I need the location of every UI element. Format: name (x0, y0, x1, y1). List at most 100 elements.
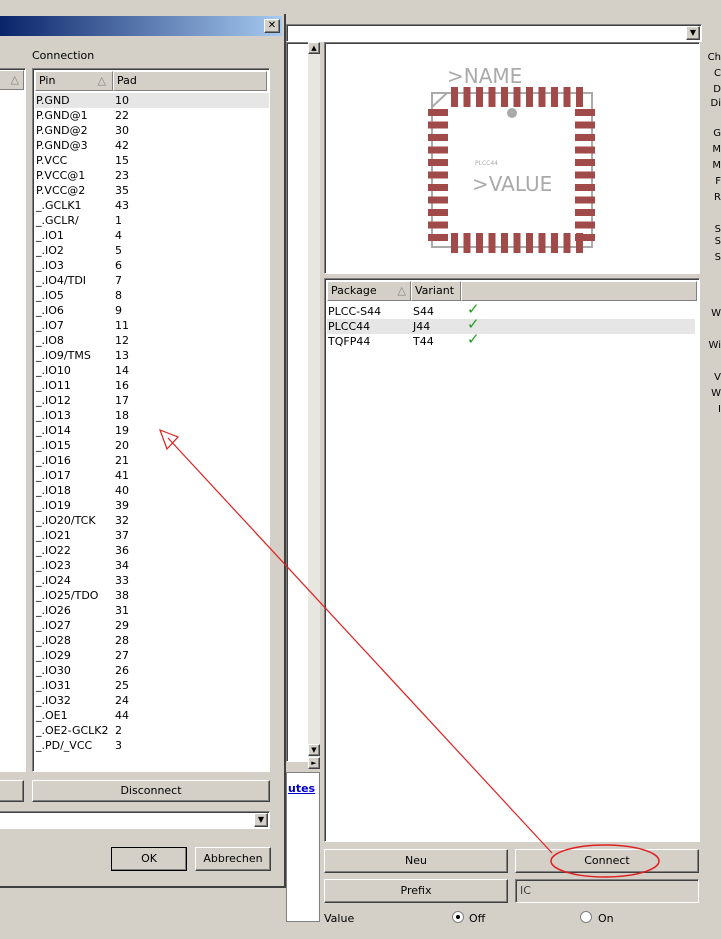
package-column-header[interactable]: Package △ (327, 281, 411, 301)
pin-row[interactable]: _.IO28 28 (35, 633, 269, 648)
middle-scrollbar[interactable] (308, 42, 320, 760)
package-pad (428, 109, 448, 116)
pin-row[interactable]: _.IO4/TDI 7 (35, 273, 269, 288)
pad-number: 5 (115, 244, 122, 257)
pin-row[interactable]: _.IO18 40 (35, 483, 269, 498)
package-name: PLCC44 (328, 320, 371, 333)
pin-name: _.IO7 (36, 319, 64, 332)
pin-row[interactable]: _.IO32 24 (35, 693, 269, 708)
scroll-up-icon[interactable]: ▲ (308, 42, 320, 54)
ok-button[interactable]: OK (111, 847, 187, 871)
neu-button[interactable]: Neu (324, 849, 508, 873)
top-combobox-arrow[interactable]: ▼ (686, 26, 700, 40)
value-off-radio[interactable] (452, 911, 464, 923)
package-table: Package △ Variant PLCC-S44 S44 ✓ PLCC44 J44 ✓ T… (324, 278, 700, 842)
pin-row[interactable]: _.GCLK1 43 (35, 198, 269, 213)
value-on-radio[interactable] (580, 911, 592, 923)
pin-row[interactable]: _.IO3 6 (35, 258, 269, 273)
variant-column-header[interactable]: Variant (411, 281, 461, 301)
pin-row[interactable]: _.IO5 8 (35, 288, 269, 303)
pin-name: _.IO27 (36, 619, 71, 632)
pad-number: 27 (115, 649, 129, 662)
pin-row[interactable]: _.IO6 9 (35, 303, 269, 318)
pin-row[interactable]: _.IO29 27 (35, 648, 269, 663)
pin-column-header[interactable]: Pin △ (35, 71, 113, 91)
pin-row[interactable]: _.IO14 19 (35, 423, 269, 438)
attributes-link[interactable]: utes (288, 782, 315, 795)
close-icon[interactable]: ✕ (264, 19, 280, 33)
pin-row[interactable]: _.IO25/TDO 38 (35, 588, 269, 603)
prefix-button[interactable]: Prefix (324, 879, 508, 903)
value-off-label: Off (469, 912, 486, 925)
pin-row[interactable]: _.IO17 41 (35, 468, 269, 483)
package-pad (575, 234, 595, 241)
pin-row[interactable]: P.GND@2 30 (35, 123, 269, 138)
pin-row[interactable]: _.IO11 16 (35, 378, 269, 393)
package-row[interactable]: TQFP44 T44 ✓ (327, 330, 695, 349)
package-pad (428, 159, 448, 166)
pin-row[interactable]: _.IO13 18 (35, 408, 269, 423)
pin-name: P.GND (36, 94, 70, 107)
pin-row[interactable]: _.IO1 4 (35, 228, 269, 243)
pin-row[interactable]: _.IO12 17 (35, 393, 269, 408)
check-icon: ✓ (467, 330, 480, 348)
pad-column-header[interactable]: Pad (113, 71, 267, 91)
pin-name: _.IO19 (36, 499, 71, 512)
pin-row[interactable]: P.GND@1 22 (35, 108, 269, 123)
pin-row[interactable]: _.IO31 25 (35, 678, 269, 693)
disconnect-button[interactable]: Disconnect (32, 780, 270, 802)
pin-name: P.GND@3 (36, 139, 88, 152)
pin-row[interactable]: _.IO24 33 (35, 573, 269, 588)
pin-row[interactable]: _.IO21 37 (35, 528, 269, 543)
pin-name: _.IO24 (36, 574, 71, 587)
pin-row[interactable]: _.IO20/TCK 32 (35, 513, 269, 528)
side-label: G (713, 128, 721, 139)
connect-button[interactable]: Connect (515, 849, 699, 873)
pin-row[interactable]: _.IO7 11 (35, 318, 269, 333)
scroll-down-icon[interactable]: ▼ (308, 744, 320, 756)
pin-row[interactable]: _.OE1 44 (35, 708, 269, 723)
pin-row[interactable]: _.IO22 36 (35, 543, 269, 558)
pin-row[interactable]: _.PD/_VCC 3 (35, 738, 269, 753)
pin-row[interactable]: _.IO27 29 (35, 618, 269, 633)
pin-row[interactable]: _.IO10 14 (35, 363, 269, 378)
pin-row[interactable]: _.IO30 26 (35, 663, 269, 678)
left-connect-button-stub[interactable] (0, 780, 24, 802)
pin-row[interactable]: _.IO23 34 (35, 558, 269, 573)
pin-row[interactable]: _.IO2 5 (35, 243, 269, 258)
package-row[interactable]: PLCC44 J44 ✓ (327, 317, 695, 334)
dialog-combobox[interactable] (0, 811, 270, 829)
pin-name: _.IO6 (36, 304, 64, 317)
pin-row[interactable]: P.VCC@1 23 (35, 168, 269, 183)
package-pad (575, 146, 595, 154)
top-combobox[interactable] (286, 24, 702, 42)
pin-row[interactable]: _.IO15 20 (35, 438, 269, 453)
pin-row[interactable]: P.VCC 15 (35, 153, 269, 168)
package-pad (538, 233, 546, 253)
pin-name: _.IO5 (36, 289, 64, 302)
dialog-combobox-arrow[interactable]: ▼ (254, 813, 268, 827)
pin-row[interactable]: P.VCC@2 35 (35, 183, 269, 198)
signal-column-header[interactable]: △ (0, 70, 24, 90)
pin-row[interactable]: _.IO26 31 (35, 603, 269, 618)
pin-name: _.IO17 (36, 469, 71, 482)
pin-row[interactable]: _.IO19 39 (35, 498, 269, 513)
package-row[interactable]: PLCC-S44 S44 ✓ (327, 302, 695, 319)
pin-name: P.GND@2 (36, 124, 88, 137)
pin-row[interactable]: _.OE2-GCLK2 2 (35, 723, 269, 738)
pin-row[interactable]: _.IO8 12 (35, 333, 269, 348)
pad-number: 39 (115, 499, 129, 512)
package-label: PLCC44 (475, 160, 498, 167)
pad-number: 17 (115, 394, 129, 407)
pad-number: 35 (115, 184, 129, 197)
scroll-right-icon[interactable]: ► (308, 757, 320, 769)
cancel-button[interactable]: Abbrechen (195, 847, 271, 871)
prefix-field[interactable]: IC (515, 879, 699, 903)
pin-row[interactable]: P.GND 10 (35, 93, 269, 108)
pin-row[interactable]: _.IO16 21 (35, 453, 269, 468)
dialog-title-bar[interactable] (0, 16, 282, 36)
pin-row[interactable]: _.GCLR/1 (35, 213, 269, 228)
pin-row[interactable]: _.IO9/TMS 13 (35, 348, 269, 363)
pin-row[interactable]: P.GND@3 42 (35, 138, 269, 153)
side-label: Wi (708, 340, 721, 351)
